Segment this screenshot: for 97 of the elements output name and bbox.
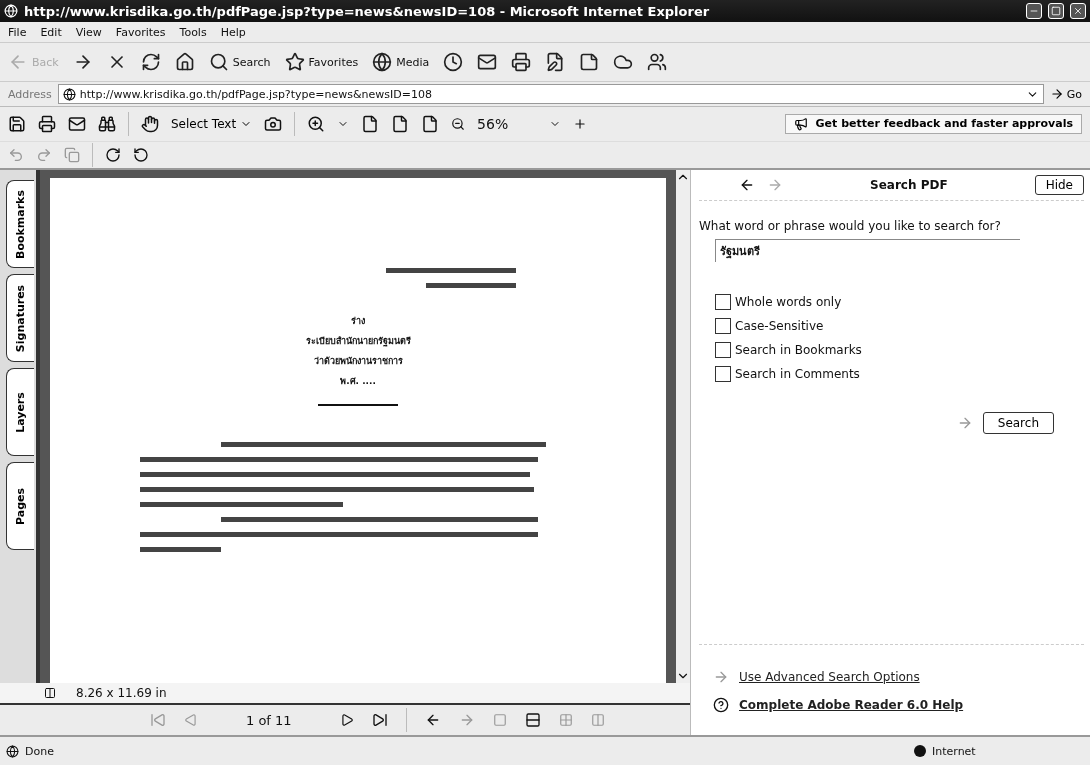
mail-icon [477,52,498,72]
select-text-button[interactable]: Select Text [171,117,253,131]
rotate-right-icon [105,147,121,163]
checkbox-label: Search in Comments [735,367,860,381]
document-heading: ร่าง [351,315,365,328]
redo-icon [36,147,52,163]
page-size: 8.26 x 11.69 in [76,686,167,700]
checkbox[interactable] [715,318,731,334]
document-heading: ว่าด้วยพนักงานราชการ [313,355,403,368]
edit-button[interactable] [545,52,566,72]
home-icon [174,52,195,72]
pane-title: Search PDF [869,178,949,192]
arrow-right-icon [713,669,729,685]
zoom-level[interactable]: 56% [477,116,538,132]
minimize-button[interactable] [1026,3,1042,19]
menu-item[interactable]: Edit [40,25,62,39]
page-number[interactable]: 1 of 11 [246,712,292,728]
close-button[interactable] [1070,3,1086,19]
print-button[interactable] [511,52,532,72]
go-button[interactable]: Go [1049,87,1082,101]
side-tab[interactable]: Pages [6,462,34,550]
side-tab[interactable]: Signatures [6,274,34,362]
split-icon [44,687,56,699]
rotate-left-icon [133,147,149,163]
printer-icon [511,52,532,72]
document-heading: ระเบียบสำนักนายกรัฐมนตรี [305,335,411,348]
maximize-icon [1051,6,1061,16]
favorites-button[interactable]: Favorites [284,52,359,72]
checkbox-label: Search in Bookmarks [735,343,862,357]
people-icon [647,52,668,72]
save-icon [8,115,26,133]
checkbox[interactable] [715,294,731,310]
megaphone-icon [793,117,808,131]
search-icon [208,52,229,72]
checkbox[interactable] [715,342,731,358]
home-button[interactable] [174,52,195,72]
help-link[interactable]: Complete Adobe Reader 6.0 Help [739,698,964,712]
help-icon [713,697,729,713]
menu-item[interactable]: Tools [179,25,207,39]
star-icon [284,52,305,72]
plus-icon [573,117,588,131]
facing-icon [558,713,573,727]
window-title: http://www.krisdika.go.th/pdfPage.jsp?type=news&newsID=108 - Microsoft Internet Explorer [24,3,711,19]
close-icon [1073,6,1083,16]
side-tab[interactable]: Layers [6,368,34,456]
side-tab[interactable]: Bookmarks [6,180,34,268]
hide-button[interactable]: Hide [1034,175,1084,195]
note-icon [579,52,600,72]
printer-icon [38,115,56,133]
history-button[interactable] [443,52,464,72]
menu-item[interactable]: File [8,25,27,39]
refresh-icon [140,52,161,72]
menu-item[interactable]: View [75,25,102,39]
single-page-icon [492,713,507,727]
search-prompt: What word or phrase would you like to search for? [699,219,1002,233]
advanced-search-link[interactable]: Use Advanced Search Options [739,670,920,684]
browser-icon [4,4,18,18]
globe-icon [372,52,393,72]
go-arrow-icon [1049,87,1064,101]
zoom-in-icon [307,115,326,133]
menu-item[interactable]: Favorites [115,25,166,39]
messenger-button[interactable] [647,52,668,72]
lite-button[interactable] [613,52,634,72]
cloud-icon [613,52,634,72]
snapshot-icon [264,115,283,133]
checkbox[interactable] [715,366,731,382]
email-icon [68,115,86,133]
menu-item[interactable]: Help [220,25,246,39]
next-page-icon [339,713,354,727]
refresh-button[interactable] [140,52,161,72]
search-button[interactable]: Search [982,412,1054,434]
document-heading: พ.ศ. .... [340,375,376,388]
address-field[interactable]: http://www.krisdika.go.th/pdfPage.jsp?type=news&newsID=108 [57,84,1044,104]
binoculars-icon [98,115,116,133]
last-page-icon [371,712,388,728]
edit-icon [545,52,566,72]
search-field[interactable]: รัฐมนตรี [715,239,1020,262]
mail-button[interactable] [477,52,498,72]
two-page-icon [590,713,605,727]
search-button[interactable]: Search [208,52,271,72]
first-page-icon [150,712,166,728]
previous-page-icon [184,713,198,727]
clock-icon [443,52,464,72]
maximize-button[interactable] [1048,3,1064,19]
hand-icon [141,115,159,133]
checkbox-label: Case-Sensitive [735,319,824,333]
zoom-out-icon [451,117,466,131]
feedback-button[interactable]: Get better feedback and faster approvals [784,114,1082,134]
zone-text: Internet [914,744,1084,758]
address-label: Address [8,87,52,101]
status-text: Done [25,744,55,758]
media-button[interactable]: Media [372,52,430,72]
note-button[interactable] [579,52,600,72]
copy-icon [64,147,80,163]
continuous-icon [524,712,541,728]
checkbox-label: Whole words only [735,295,842,309]
undo-icon [8,147,24,163]
